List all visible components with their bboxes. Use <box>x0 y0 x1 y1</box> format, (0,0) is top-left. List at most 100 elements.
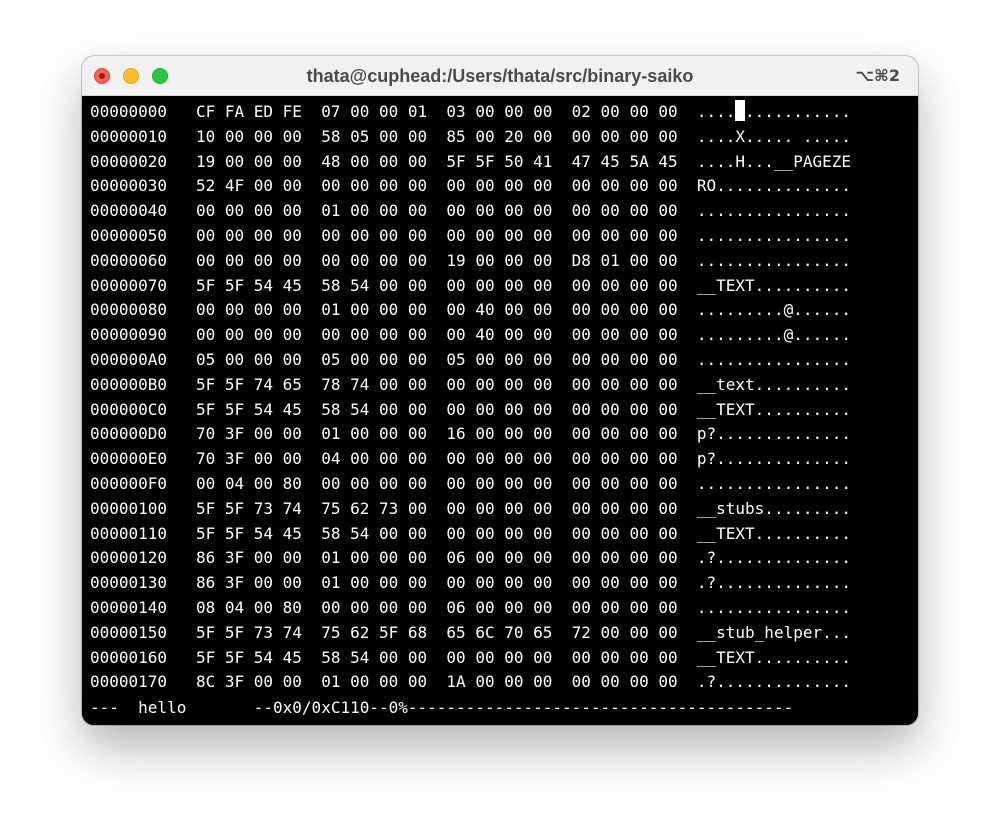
row-ascii: RO.............. <box>696 176 851 196</box>
row-hex-bytes: 00 00 00 00 01 00 00 00 00 00 00 00 00 0… <box>195 201 678 221</box>
hexdump-row: 00000090 00 00 00 00 00 00 00 00 00 40 0… <box>90 323 851 348</box>
hexdump-row: 00000100 5F 5F 73 74 75 62 73 00 00 00 0… <box>90 497 851 522</box>
row-address: 00000150 <box>90 622 168 642</box>
terminal-content[interactable]: 00000000 CF FA ED FE 07 00 00 01 03 00 0… <box>82 96 918 725</box>
row-ascii: ................ <box>696 598 851 617</box>
row-ascii: ................ <box>696 474 851 493</box>
row-hex-bytes: 70 3F 00 00 01 00 00 00 16 00 00 00 00 0… <box>195 424 678 444</box>
row-address: 000000F0 <box>90 474 168 493</box>
row-ascii: .........@...... <box>696 325 851 345</box>
hexdump-row: 000000C0 5F 5F 54 45 58 54 00 00 00 00 0… <box>90 398 851 423</box>
row-address: 00000030 <box>90 176 168 196</box>
row-hex-bytes: 00 00 00 00 00 00 00 00 00 40 00 00 00 0… <box>195 325 678 345</box>
hexdump-row: 00000160 5F 5F 54 45 58 54 00 00 00 00 0… <box>90 646 851 671</box>
hexdump-row: 00000050 00 00 00 00 00 00 00 00 00 00 0… <box>90 224 851 249</box>
hexdump-row: 00000010 10 00 00 00 58 05 00 00 85 00 2… <box>90 125 851 150</box>
window-title: thata@cuphead:/Users/thata/src/binary-sa… <box>306 66 694 86</box>
hexdump-row: 00000040 00 00 00 00 01 00 00 00 00 00 0… <box>90 199 851 224</box>
title-bar[interactable]: thata@cuphead:/Users/thata/src/binary-sa… <box>82 56 918 96</box>
row-ascii: ....X..... ..... <box>696 126 851 146</box>
row-ascii: __text.......... <box>696 374 851 394</box>
row-hex-bytes: CF FA ED FE 07 00 00 01 03 00 00 00 02 0… <box>195 102 678 121</box>
row-hex-bytes: 00 00 00 00 00 00 00 00 00 00 00 00 00 0… <box>195 226 678 245</box>
hexdump-row: 000000E0 70 3F 00 00 04 00 00 00 00 00 0… <box>90 447 851 472</box>
row-address: 000000D0 <box>90 424 168 444</box>
row-hex-bytes: 08 04 00 80 00 00 00 00 06 00 00 00 00 0… <box>195 598 678 617</box>
row-ascii: ................ <box>696 201 851 221</box>
hexdump-row: 00000170 8C 3F 00 00 01 00 00 00 1A 00 0… <box>90 670 851 695</box>
text-cursor <box>735 100 745 121</box>
row-ascii: .?.............. <box>696 548 851 568</box>
row-ascii: p?.............. <box>696 424 851 444</box>
window-shortcut-label: ⌥⌘2 <box>855 66 900 85</box>
row-address: 00000070 <box>90 275 168 295</box>
row-ascii: ................ <box>696 102 851 121</box>
row-ascii: .?.............. <box>696 573 851 593</box>
row-hex-bytes: 10 00 00 00 58 05 00 00 85 00 20 00 00 0… <box>195 126 678 146</box>
row-ascii: ................ <box>696 250 851 270</box>
row-hex-bytes: 00 00 00 00 00 00 00 00 19 00 00 00 D8 0… <box>195 250 678 270</box>
terminal-window: thata@cuphead:/Users/thata/src/binary-sa… <box>82 56 918 725</box>
row-address: 00000170 <box>90 672 168 692</box>
hexdump-row: 00000080 00 00 00 00 01 00 00 00 00 40 0… <box>90 298 851 323</box>
row-address: 00000040 <box>90 201 168 221</box>
row-hex-bytes: 05 00 00 00 05 00 00 00 05 00 00 00 00 0… <box>195 350 678 369</box>
row-address: 00000050 <box>90 226 168 245</box>
hexdump-row: 00000070 5F 5F 54 45 58 54 00 00 00 00 0… <box>90 274 851 299</box>
hexdump-row: 000000A0 05 00 00 00 05 00 00 00 05 00 0… <box>90 348 851 373</box>
row-address: 000000E0 <box>90 449 168 469</box>
hexdump-row: 000000B0 5F 5F 74 65 78 74 00 00 00 00 0… <box>90 373 851 398</box>
row-hex-bytes: 5F 5F 74 65 78 74 00 00 00 00 00 00 00 0… <box>195 374 678 394</box>
row-ascii: __stub_helper... <box>696 622 851 642</box>
row-ascii: .........@...... <box>696 300 851 320</box>
row-ascii: __TEXT.......... <box>696 399 851 419</box>
row-address: 00000090 <box>90 325 168 345</box>
row-hex-bytes: 8C 3F 00 00 01 00 00 00 1A 00 00 00 00 0… <box>195 672 678 692</box>
hexdump-row: 00000110 5F 5F 54 45 58 54 00 00 00 00 0… <box>90 522 851 547</box>
row-ascii: __stubs......... <box>696 498 851 518</box>
row-address: 00000060 <box>90 250 168 270</box>
row-address: 00000020 <box>90 151 168 171</box>
row-hex-bytes: 70 3F 00 00 04 00 00 00 00 00 00 00 00 0… <box>195 449 678 469</box>
row-ascii: ....H...__PAGEZE <box>696 151 851 171</box>
row-address: 00000010 <box>90 126 168 146</box>
row-address: 00000140 <box>90 598 168 617</box>
row-ascii: .?.............. <box>696 672 851 692</box>
row-address: 000000C0 <box>90 399 168 419</box>
row-address: 00000130 <box>90 573 168 593</box>
row-hex-bytes: 52 4F 00 00 00 00 00 00 00 00 00 00 00 0… <box>195 176 678 196</box>
row-ascii: ................ <box>696 350 851 369</box>
row-hex-bytes: 5F 5F 54 45 58 54 00 00 00 00 00 00 00 0… <box>195 399 678 419</box>
row-hex-bytes: 5F 5F 73 74 75 62 5F 68 65 6C 70 65 72 0… <box>195 622 678 642</box>
row-address: 000000A0 <box>90 350 168 369</box>
hexdump-row: 00000140 08 04 00 80 00 00 00 00 06 00 0… <box>90 596 851 621</box>
row-hex-bytes: 5F 5F 73 74 75 62 73 00 00 00 00 00 00 0… <box>195 498 678 518</box>
row-address: 00000100 <box>90 498 168 518</box>
hexdump-row: 000000D0 70 3F 00 00 01 00 00 00 16 00 0… <box>90 422 851 447</box>
row-hex-bytes: 00 04 00 80 00 00 00 00 00 00 00 00 00 0… <box>195 474 678 493</box>
row-ascii: p?.............. <box>696 449 851 469</box>
row-hex-bytes: 86 3F 00 00 01 00 00 00 06 00 00 00 00 0… <box>195 548 678 568</box>
row-address: 00000000 <box>90 102 168 121</box>
row-address: 00000120 <box>90 548 168 568</box>
row-ascii: __TEXT.......... <box>696 275 851 295</box>
hexdump-row: 00000130 86 3F 00 00 01 00 00 00 00 00 0… <box>90 571 851 596</box>
row-hex-bytes: 5F 5F 54 45 58 54 00 00 00 00 00 00 00 0… <box>195 647 678 667</box>
status-bar: --- hello --0x0/0xC110--0%--------------… <box>90 698 794 717</box>
row-address: 00000080 <box>90 300 168 320</box>
row-ascii: __TEXT.......... <box>696 523 851 543</box>
row-ascii: __TEXT.......... <box>696 647 851 667</box>
hexdump-row: 00000150 5F 5F 73 74 75 62 5F 68 65 6C 7… <box>90 621 851 646</box>
row-address: 000000B0 <box>90 374 168 394</box>
row-hex-bytes: 5F 5F 54 45 58 54 00 00 00 00 00 00 00 0… <box>195 523 678 543</box>
row-address: 00000110 <box>90 523 168 543</box>
hexdump-row: 000000F0 00 04 00 80 00 00 00 00 00 00 0… <box>90 472 851 497</box>
row-hex-bytes: 86 3F 00 00 01 00 00 00 00 00 00 00 00 0… <box>195 573 678 593</box>
hexdump-row: 00000030 52 4F 00 00 00 00 00 00 00 00 0… <box>90 174 851 199</box>
row-address: 00000160 <box>90 647 168 667</box>
hexdump-row: 00000120 86 3F 00 00 01 00 00 00 06 00 0… <box>90 546 851 571</box>
row-ascii: ................ <box>696 226 851 245</box>
hexdump-row: 00000020 19 00 00 00 48 00 00 00 5F 5F 5… <box>90 150 851 175</box>
row-hex-bytes: 00 00 00 00 01 00 00 00 00 40 00 00 00 0… <box>195 300 678 320</box>
row-hex-bytes: 5F 5F 54 45 58 54 00 00 00 00 00 00 00 0… <box>195 275 678 295</box>
